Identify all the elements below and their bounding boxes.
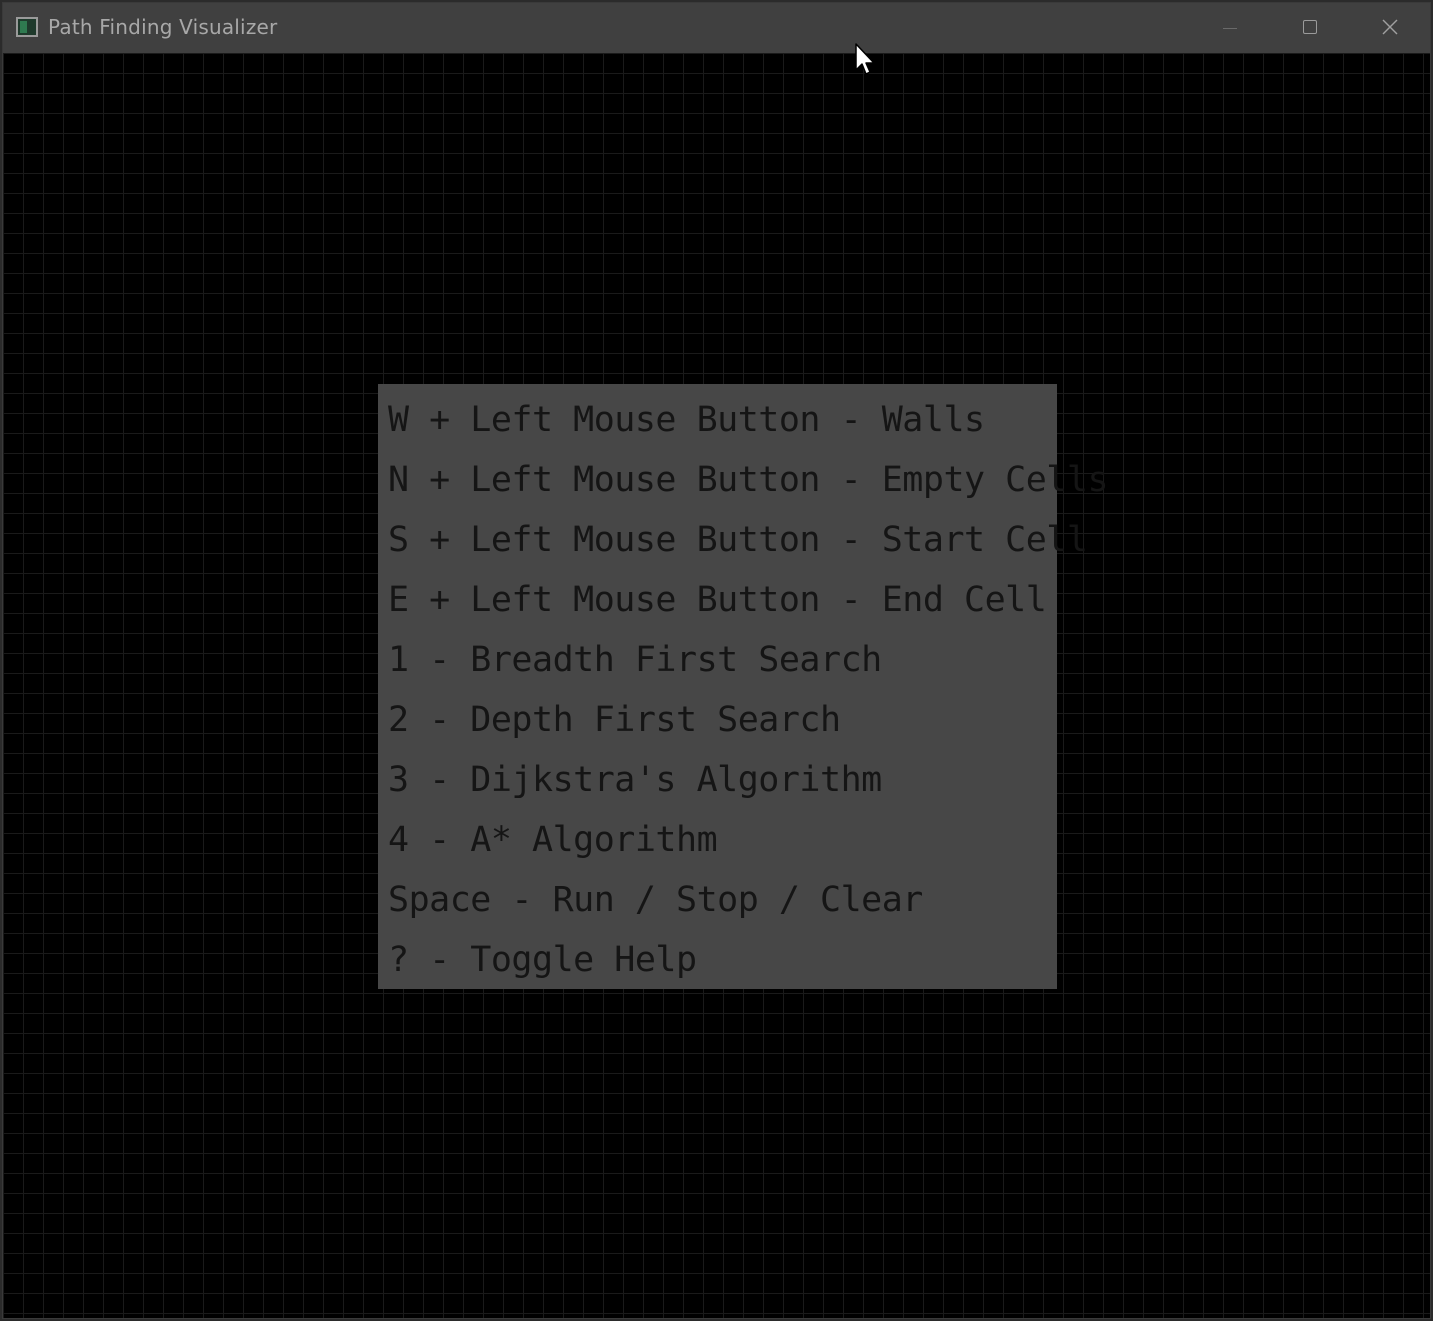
grid-canvas[interactable]: W + Left Mouse Button - Walls N + Left M… bbox=[3, 53, 1430, 1318]
close-button[interactable] bbox=[1350, 3, 1430, 53]
help-line-space: Space - Run / Stop / Clear bbox=[388, 880, 923, 920]
help-line-walls: W + Left Mouse Button - Walls bbox=[388, 400, 985, 440]
help-line-astar: 4 - A* Algorithm bbox=[388, 820, 718, 860]
minimize-button[interactable] bbox=[1189, 3, 1269, 53]
window-title: Path Finding Visualizer bbox=[48, 15, 278, 39]
help-line-toggle-help: ? - Toggle Help bbox=[388, 940, 697, 980]
app-window: Path Finding Visualizer W + Left Mouse B… bbox=[2, 2, 1431, 1319]
maximize-button[interactable] bbox=[1269, 3, 1349, 53]
help-line-dfs: 2 - Depth First Search bbox=[388, 700, 841, 740]
close-icon bbox=[1382, 19, 1398, 35]
title-bar[interactable]: Path Finding Visualizer bbox=[3, 3, 1430, 53]
help-line-start-cell: S + Left Mouse Button - Start Cell bbox=[388, 520, 1088, 560]
help-panel: W + Left Mouse Button - Walls N + Left M… bbox=[378, 384, 1109, 989]
help-line-dijkstra: 3 - Dijkstra's Algorithm bbox=[388, 760, 882, 800]
help-line-bfs: 1 - Breadth First Search bbox=[388, 640, 882, 680]
help-line-empty-cells: N + Left Mouse Button - Empty Cells bbox=[388, 460, 1109, 500]
mouse-cursor-icon bbox=[855, 43, 875, 75]
app-icon bbox=[16, 17, 38, 37]
help-line-end-cell: E + Left Mouse Button - End Cell bbox=[388, 580, 1047, 620]
